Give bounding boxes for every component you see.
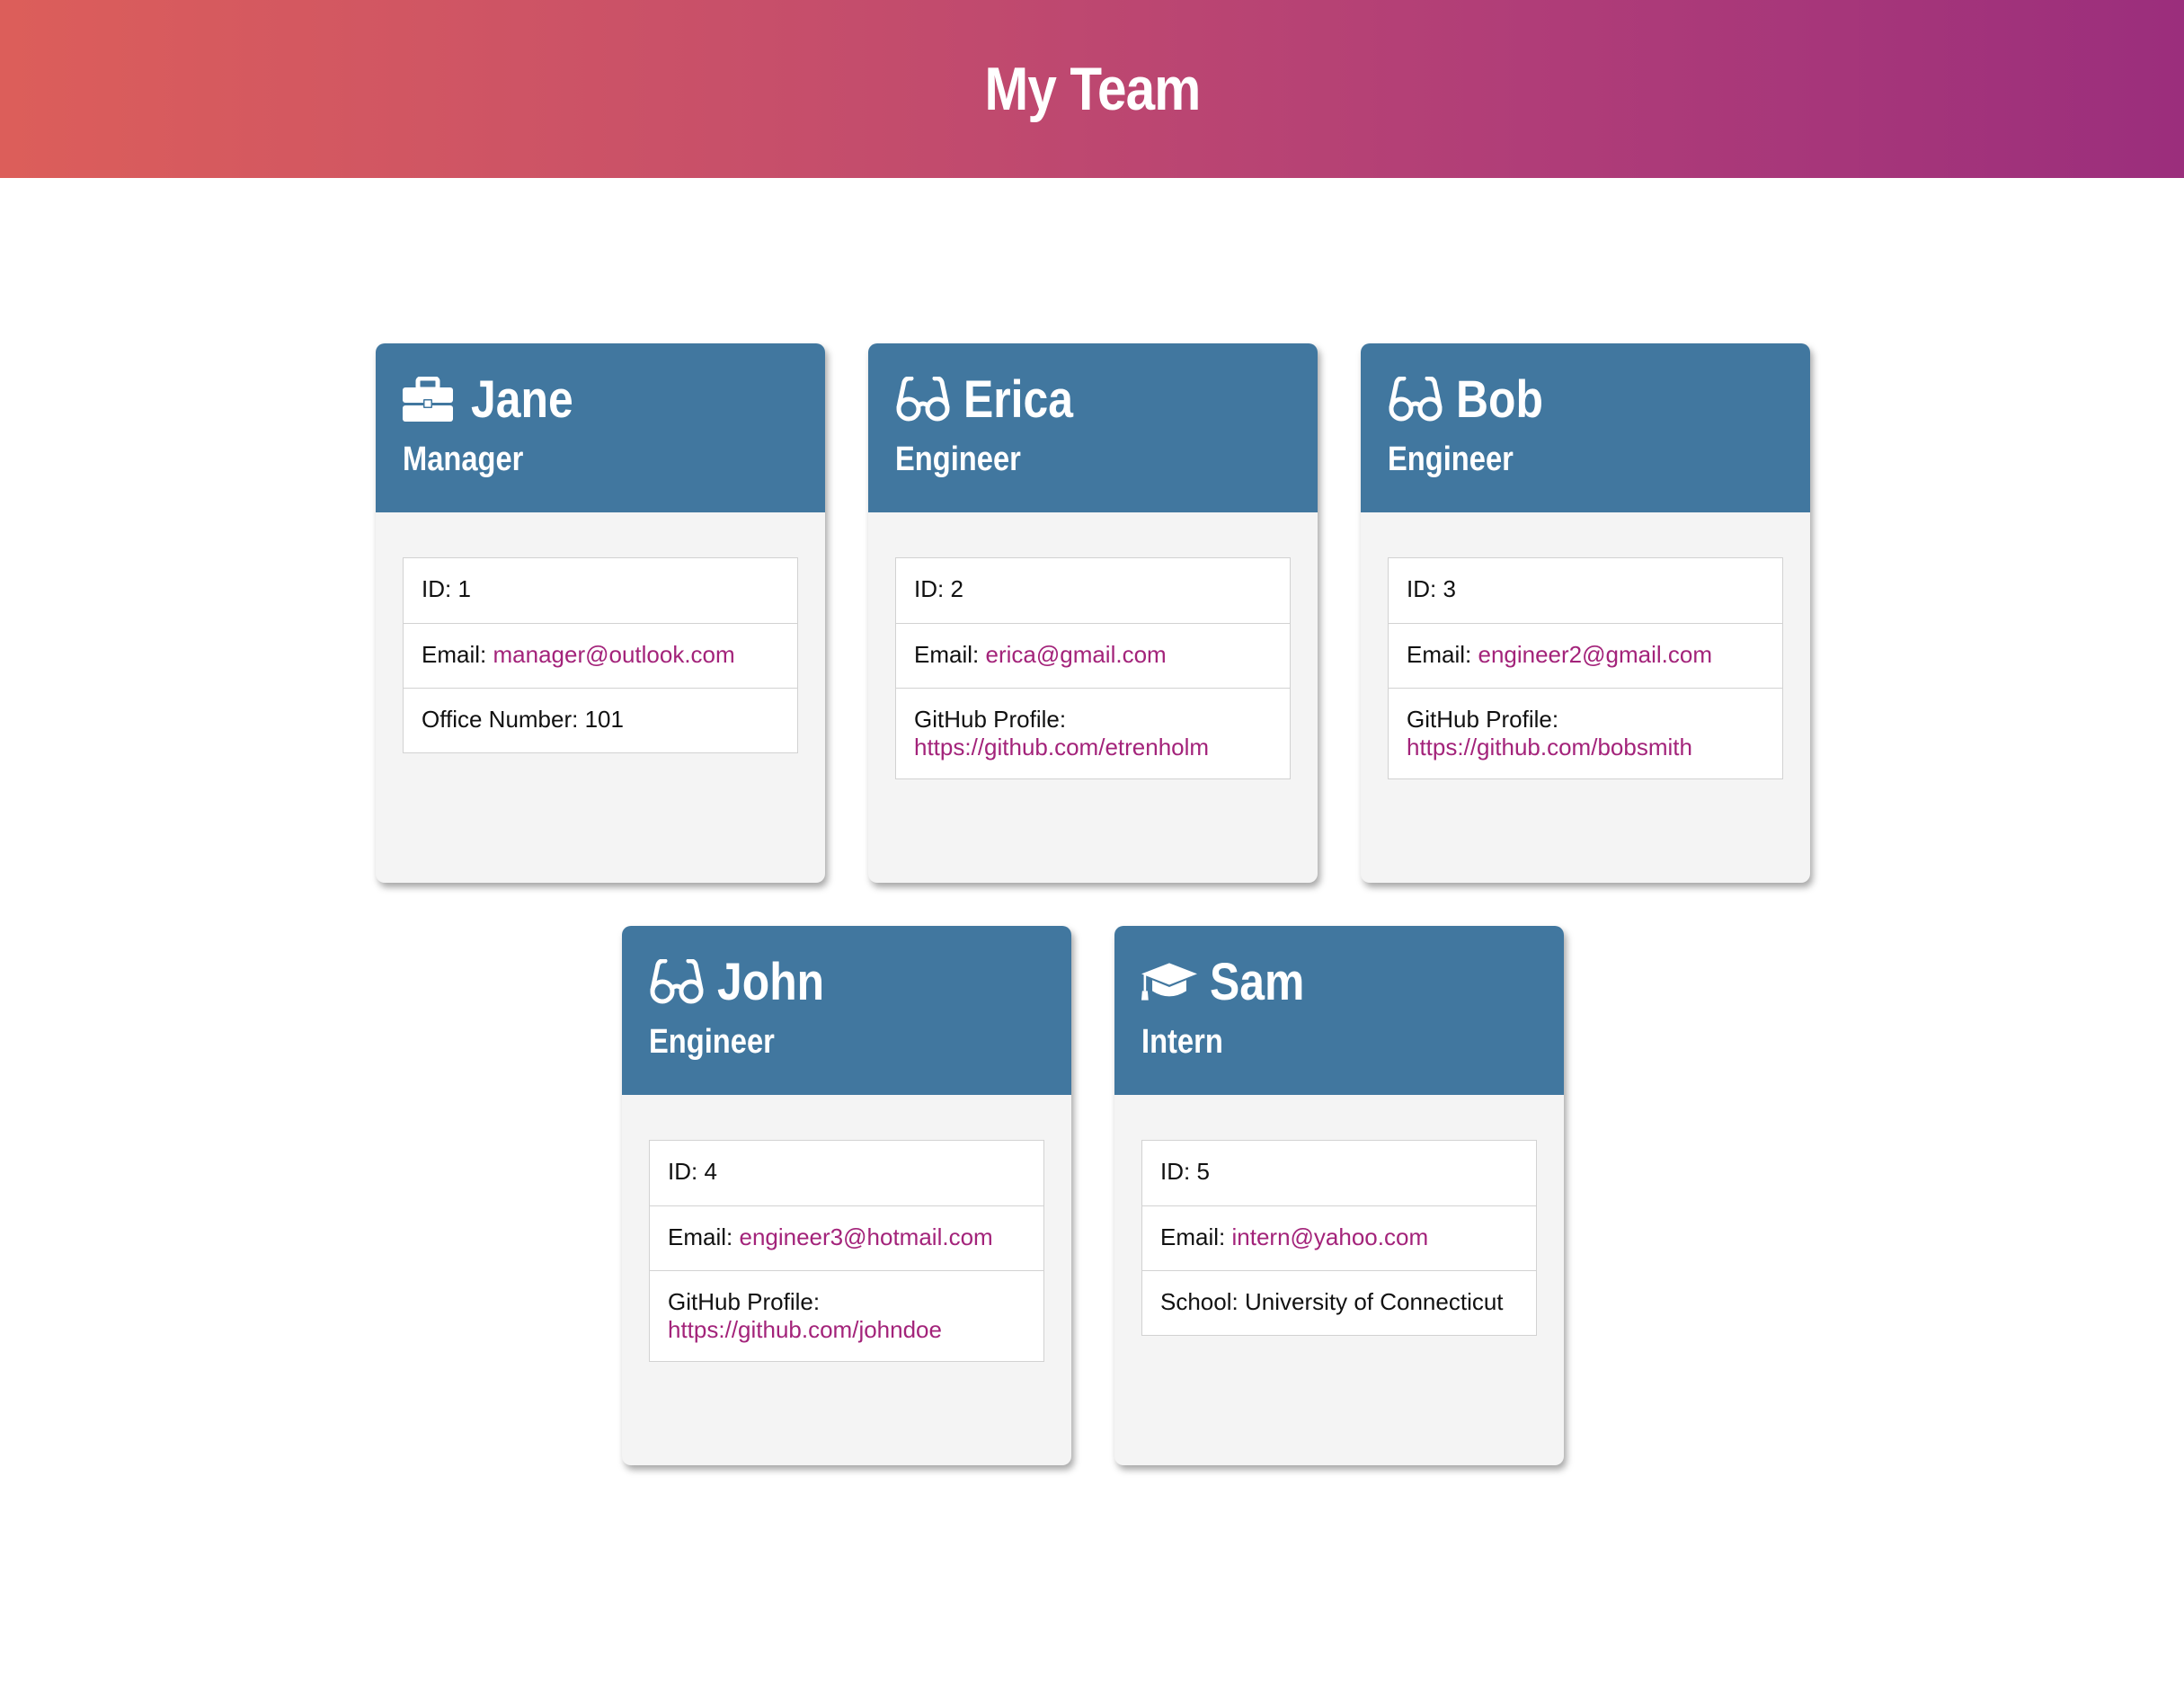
email-label: Email: [422, 641, 487, 668]
employee-name: Sam [1210, 952, 1305, 1011]
email-label: Email: [668, 1223, 733, 1250]
email-label: Email: [1407, 641, 1472, 668]
email-link[interactable]: manager@outlook.com [493, 641, 734, 668]
card-header: Erica Engineer [868, 343, 1318, 512]
card-header: Jane Manager [376, 343, 825, 512]
page-title: My Team [984, 55, 1201, 123]
id-item: ID: 5 [1160, 1158, 1210, 1185]
card-header: Sam Intern [1114, 926, 1564, 1095]
glasses-icon [649, 957, 705, 1006]
github-label: GitHub Profile: [1407, 706, 1559, 733]
school-label: School: [1160, 1288, 1238, 1315]
github-item: GitHub Profile: https://github.com/bobsm… [1389, 688, 1782, 778]
github-link[interactable]: https://github.com/bobsmith [1407, 734, 1692, 760]
school-value: University of Connecticut [1244, 1288, 1504, 1315]
employee-card-bob: Bob Engineer ID: 3 Email: engineer2@gmai… [1361, 343, 1810, 883]
id-item: ID: 1 [422, 575, 471, 602]
page-header: My Team [0, 0, 2184, 178]
school-item: School: University of Connecticut [1142, 1270, 1536, 1335]
email-label: Email: [914, 641, 980, 668]
github-link[interactable]: https://github.com/johndoe [668, 1316, 942, 1343]
employee-details: ID: 1 Email: manager@outlook.com Office … [403, 557, 798, 753]
glasses-icon [895, 375, 951, 423]
email-link[interactable]: erica@gmail.com [985, 641, 1166, 668]
employee-name: John [717, 952, 825, 1011]
employee-card-john: John Engineer ID: 4 Email: engineer3@hot… [622, 926, 1071, 1465]
github-label: GitHub Profile: [914, 706, 1067, 733]
email-item: Email: engineer2@gmail.com [1389, 623, 1782, 688]
employee-details: ID: 2 Email: erica@gmail.com GitHub Prof… [895, 557, 1291, 779]
briefcase-icon [403, 375, 458, 423]
employee-card-erica: Erica Engineer ID: 2 Email: erica@gmail.… [868, 343, 1318, 883]
employee-role: Manager [403, 440, 524, 478]
office-number-item: Office Number: 101 [404, 688, 797, 752]
office-number-value: 101 [584, 706, 624, 733]
email-item: Email: intern@yahoo.com [1142, 1205, 1536, 1270]
github-link[interactable]: https://github.com/etrenholm [914, 734, 1209, 760]
id-item: ID: 2 [914, 575, 963, 602]
id-item: ID: 4 [668, 1158, 717, 1185]
email-link[interactable]: intern@yahoo.com [1231, 1223, 1428, 1250]
email-item: Email: manager@outlook.com [404, 623, 797, 688]
employee-role: Intern [1141, 1023, 1223, 1061]
employee-name: Bob [1456, 369, 1543, 429]
employee-details: ID: 5 Email: intern@yahoo.com School: Un… [1141, 1140, 1537, 1336]
card-header: Bob Engineer [1361, 343, 1810, 512]
github-item: GitHub Profile: https://github.com/etren… [896, 688, 1290, 778]
employee-name: Erica [963, 369, 1074, 429]
graduation-cap-icon [1141, 957, 1197, 1006]
employee-details: ID: 3 Email: engineer2@gmail.com GitHub … [1388, 557, 1783, 779]
github-item: GitHub Profile: https://github.com/johnd… [650, 1270, 1043, 1361]
email-link[interactable]: engineer3@hotmail.com [739, 1223, 992, 1250]
email-label: Email: [1160, 1223, 1226, 1250]
office-number-label: Office Number: [422, 706, 579, 733]
github-label: GitHub Profile: [668, 1288, 821, 1315]
email-item: Email: engineer3@hotmail.com [650, 1205, 1043, 1270]
email-item: Email: erica@gmail.com [896, 623, 1290, 688]
employee-role: Engineer [895, 440, 1021, 478]
employee-role: Engineer [1388, 440, 1514, 478]
employee-card-sam: Sam Intern ID: 5 Email: intern@yahoo.com… [1114, 926, 1564, 1465]
employee-card-jane: Jane Manager ID: 1 Email: manager@outloo… [376, 343, 825, 883]
id-item: ID: 3 [1407, 575, 1456, 602]
email-link[interactable]: engineer2@gmail.com [1478, 641, 1712, 668]
employee-details: ID: 4 Email: engineer3@hotmail.com GitHu… [649, 1140, 1044, 1362]
employee-role: Engineer [649, 1023, 775, 1061]
employee-name: Jane [471, 369, 573, 429]
card-header: John Engineer [622, 926, 1071, 1095]
glasses-icon [1388, 375, 1443, 423]
